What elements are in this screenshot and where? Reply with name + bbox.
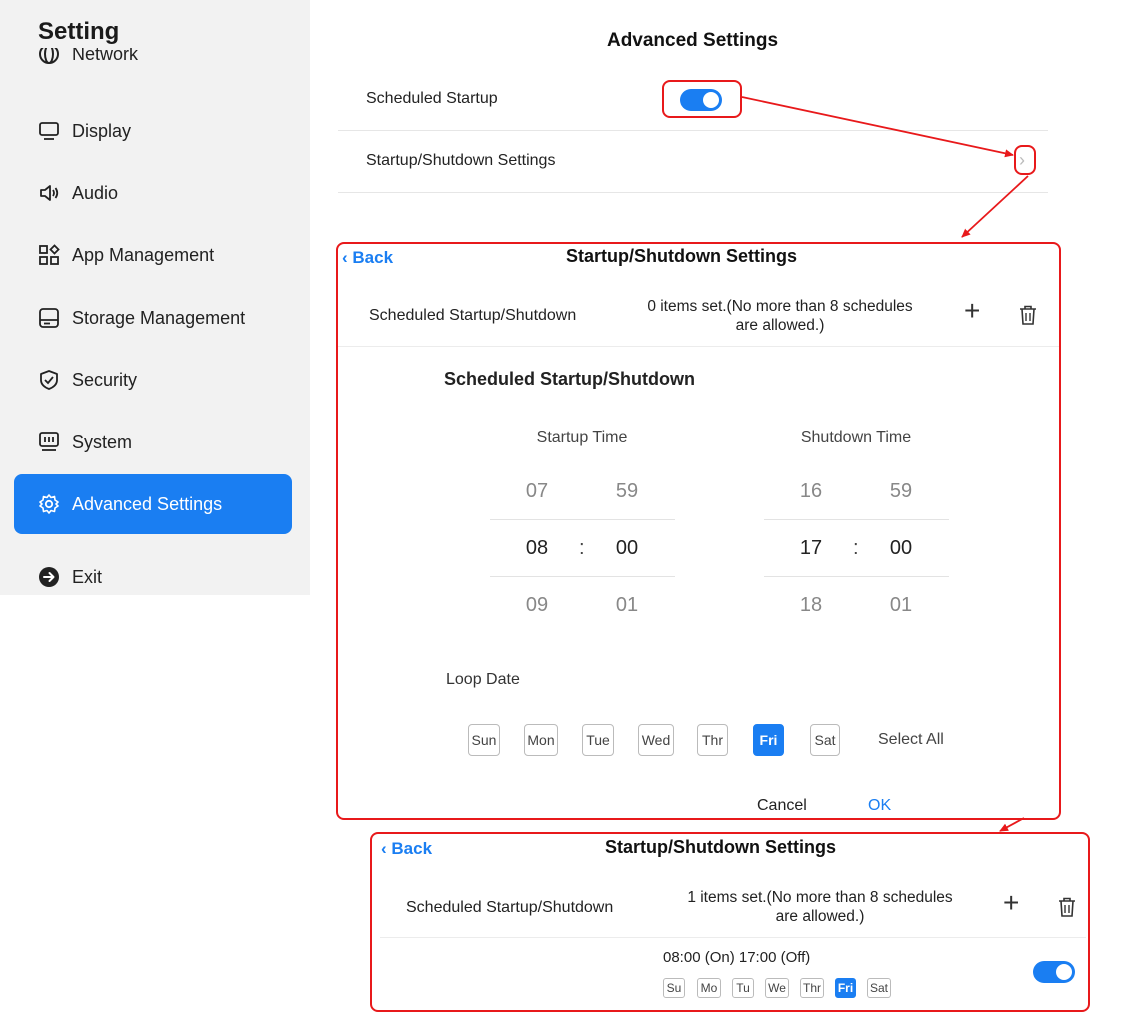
back-button[interactable]: ‹ Back xyxy=(381,839,432,859)
mini-day-thr: Thr xyxy=(800,978,824,998)
startup-minute-prev[interactable]: 59 xyxy=(602,480,652,503)
exit-icon xyxy=(38,566,60,588)
trash-icon[interactable] xyxy=(1019,305,1037,325)
shield-check-icon xyxy=(38,369,60,391)
schedule-count: 1 items set.(No more than 8 schedules ar… xyxy=(687,889,953,925)
startup-hour-prev[interactable]: 07 xyxy=(512,480,562,503)
mini-day-mo: Mo xyxy=(697,978,721,998)
picker-line xyxy=(490,576,675,577)
day-wed[interactable]: Wed xyxy=(638,724,674,756)
startup-shutdown-label: Startup/Shutdown Settings xyxy=(366,152,556,169)
schedule-label: Scheduled Startup/Shutdown xyxy=(369,307,577,324)
sidebar: Setting Network Display Audio App Manage… xyxy=(0,0,310,595)
shutdown-hour-next[interactable]: 18 xyxy=(786,594,836,617)
day-fri[interactable]: Fri xyxy=(753,724,784,756)
mini-day-tu: Tu xyxy=(732,978,754,998)
time-separator: : xyxy=(853,537,859,559)
schedule-count: 0 items set.(No more than 8 schedules ar… xyxy=(647,298,913,334)
sidebar-item-label: Network xyxy=(72,48,139,64)
sidebar-title: Setting xyxy=(38,18,120,45)
startup-minute-selected[interactable]: 00 xyxy=(602,537,652,560)
sidebar-item-label: Display xyxy=(72,120,132,141)
globe-icon xyxy=(38,48,60,65)
result-title: Startup/Shutdown Settings xyxy=(605,837,836,857)
schedule-label: Scheduled Startup/Shutdown xyxy=(406,899,614,916)
shutdown-minute-selected[interactable]: 00 xyxy=(876,537,926,560)
shutdown-minute-next[interactable]: 01 xyxy=(876,594,926,617)
ok-button[interactable]: OK xyxy=(868,797,891,815)
page-title: Advanced Settings xyxy=(606,30,779,51)
day-sun[interactable]: Sun xyxy=(468,724,500,756)
sidebar-item-label: System xyxy=(72,431,133,452)
startup-hour-next[interactable]: 09 xyxy=(512,594,562,617)
picker-line xyxy=(490,519,675,520)
day-mon[interactable]: Mon xyxy=(524,724,558,756)
cancel-button[interactable]: Cancel xyxy=(757,797,807,815)
storage-icon xyxy=(38,307,60,329)
mini-day-fri: Fri xyxy=(835,978,856,998)
startup-time-label: Startup Time xyxy=(536,429,628,446)
mini-day-we: We xyxy=(765,978,789,998)
highlight-box xyxy=(662,80,742,118)
trash-icon[interactable] xyxy=(1058,897,1076,917)
scheduled-startup-label: Scheduled Startup xyxy=(366,90,498,107)
mini-day-sat: Sat xyxy=(867,978,891,998)
day-tue[interactable]: Tue xyxy=(582,724,614,756)
sidebar-item-system[interactable]: System xyxy=(14,412,292,472)
mini-day-su: Su xyxy=(663,978,685,998)
sidebar-item-storage-management[interactable]: Storage Management xyxy=(14,288,292,348)
divider xyxy=(380,937,1086,938)
startup-shutdown-row[interactable]: Startup/Shutdown Settings xyxy=(338,131,1048,193)
sidebar-item-audio[interactable]: Audio xyxy=(14,163,292,223)
system-icon xyxy=(38,431,60,453)
chevron-left-icon: ‹ xyxy=(381,839,392,858)
chevron-left-icon: ‹ xyxy=(342,248,353,267)
gear-icon xyxy=(38,493,60,515)
shutdown-hour-prev[interactable]: 16 xyxy=(786,480,836,503)
sidebar-item-network[interactable]: Network xyxy=(14,48,292,88)
add-schedule-button[interactable]: + xyxy=(1003,887,1019,919)
screen: Setting Network Display Audio App Manage… xyxy=(0,0,1134,1024)
sidebar-item-exit[interactable]: Exit xyxy=(14,547,292,595)
sidebar-item-label: App Management xyxy=(72,244,215,265)
loop-date-label: Loop Date xyxy=(446,671,520,688)
highlight-box xyxy=(1014,145,1036,175)
monitor-icon xyxy=(38,120,60,142)
sidebar-item-advanced-settings[interactable]: Advanced Settings xyxy=(14,474,292,534)
sidebar-item-label: Advanced Settings xyxy=(72,493,223,514)
apps-icon xyxy=(38,244,60,266)
dialog-title: Startup/Shutdown Settings xyxy=(566,246,797,266)
sidebar-item-display[interactable]: Display xyxy=(14,101,292,161)
sidebar-item-label: Audio xyxy=(72,182,119,203)
add-schedule-button[interactable]: + xyxy=(964,295,980,327)
divider xyxy=(338,346,1059,347)
startup-hour-selected[interactable]: 08 xyxy=(512,537,562,560)
shutdown-hour-selected[interactable]: 17 xyxy=(786,537,836,560)
back-button[interactable]: ‹ Back xyxy=(342,248,393,268)
sidebar-item-label: Security xyxy=(72,369,138,390)
shutdown-minute-prev[interactable]: 59 xyxy=(876,480,926,503)
schedule-entry-time: 08:00 (On) 17:00 (Off) xyxy=(663,949,811,966)
sidebar-item-security[interactable]: Security xyxy=(14,350,292,410)
day-sat[interactable]: Sat xyxy=(810,724,840,756)
sidebar-item-label: Exit xyxy=(72,566,103,587)
schedule-entry-toggle[interactable] xyxy=(1033,961,1075,983)
sidebar-item-label: Storage Management xyxy=(72,307,246,328)
startup-minute-next[interactable]: 01 xyxy=(602,594,652,617)
shutdown-time-label: Shutdown Time xyxy=(800,429,912,446)
time-separator: : xyxy=(579,537,585,559)
picker-line xyxy=(764,576,949,577)
select-all-button[interactable]: Select All xyxy=(878,731,944,749)
editor-title: Scheduled Startup/Shutdown xyxy=(444,369,695,389)
speaker-icon xyxy=(38,182,60,204)
day-thr[interactable]: Thr xyxy=(697,724,728,756)
picker-line xyxy=(764,519,949,520)
sidebar-item-app-management[interactable]: App Management xyxy=(14,225,292,285)
